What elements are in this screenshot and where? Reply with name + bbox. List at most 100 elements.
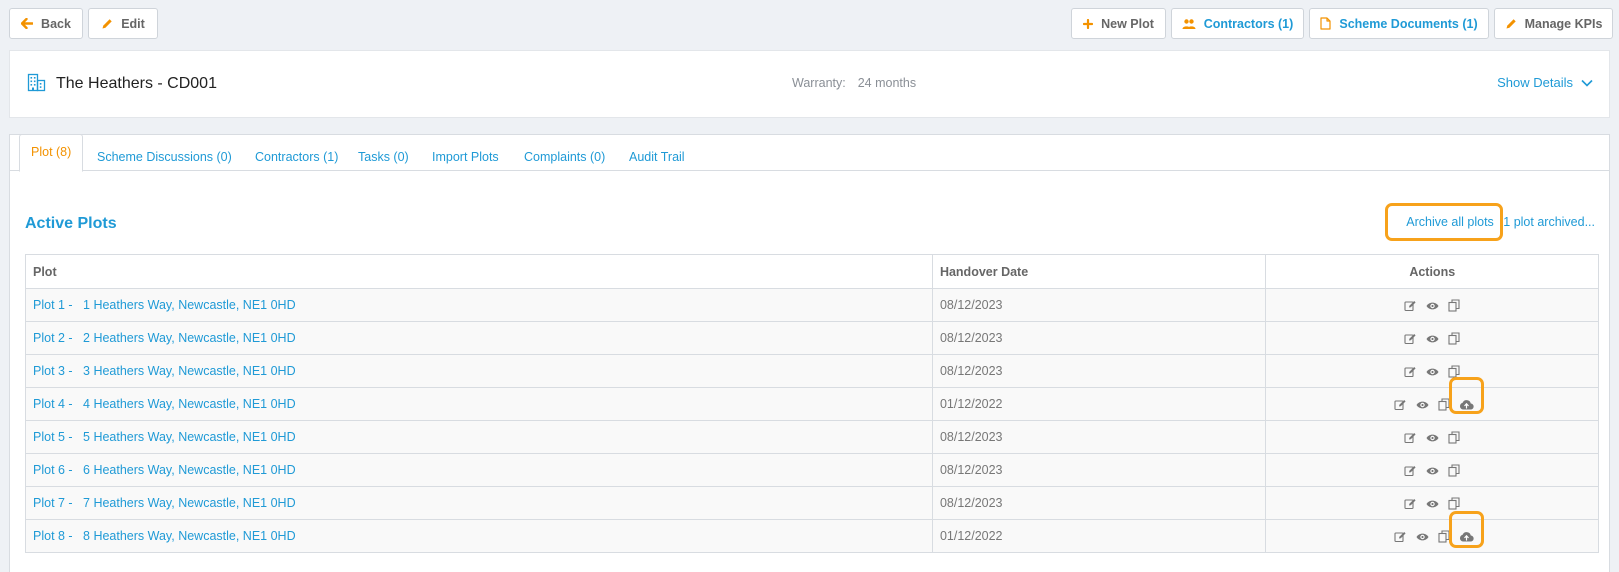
edit-icon[interactable]: [1404, 432, 1417, 444]
eye-icon[interactable]: [1426, 433, 1439, 443]
archive-all-plots-link[interactable]: Archive all plots: [1406, 215, 1494, 229]
tab-tasks[interactable]: Tasks (0): [358, 143, 409, 171]
scheme-header: The Heathers - CD001 Warranty: 24 months …: [9, 50, 1610, 118]
copy-icon[interactable]: [1448, 497, 1460, 510]
column-header-plot[interactable]: Plot: [25, 254, 933, 289]
table-row: Plot 5 - 5 Heathers Way, Newcastle, NE1 …: [25, 420, 1599, 454]
table-row: Plot 7 - 7 Heathers Way, Newcastle, NE1 …: [25, 486, 1599, 520]
row-actions: [1265, 420, 1599, 454]
page-title: The Heathers - CD001: [56, 75, 217, 92]
manage-kpis-label: Manage KPIs: [1524, 16, 1603, 31]
plot-link[interactable]: Plot 8 - 8 Heathers Way, Newcastle, NE1 …: [25, 519, 933, 553]
handover-date: 08/12/2023: [931, 321, 1267, 355]
cloud-upload-icon[interactable]: [1459, 399, 1474, 410]
pencil-icon: [101, 18, 113, 30]
new-plot-button[interactable]: New Plot: [1071, 8, 1166, 39]
copy-icon[interactable]: [1448, 365, 1460, 378]
table-row: Plot 2 - 2 Heathers Way, Newcastle, NE1 …: [25, 321, 1599, 355]
tab-import-plots[interactable]: Import Plots: [432, 143, 499, 171]
eye-icon[interactable]: [1426, 499, 1439, 509]
row-actions: [1265, 519, 1599, 553]
plots-archived-link[interactable]: 1 plot archived...: [1503, 215, 1595, 229]
eye-icon[interactable]: [1426, 334, 1439, 344]
main-panel: Plot (8) Scheme Discussions (0) Contract…: [9, 134, 1610, 572]
tab-audit-trail[interactable]: Audit Trail: [629, 143, 685, 171]
eye-icon[interactable]: [1426, 367, 1439, 377]
edit-icon[interactable]: [1404, 300, 1417, 312]
table-header-row: Plot Handover Date Actions: [25, 254, 1599, 289]
tab-contractors[interactable]: Contractors (1): [255, 143, 338, 171]
copy-icon[interactable]: [1448, 299, 1460, 312]
eye-icon[interactable]: [1416, 532, 1429, 542]
toolbar: Back Edit New Plot Contractors (1) Schem…: [9, 8, 1613, 39]
plot-link[interactable]: Plot 1 - 1 Heathers Way, Newcastle, NE1 …: [25, 288, 933, 322]
pencil-icon: [1505, 18, 1517, 30]
handover-date: 08/12/2023: [931, 486, 1267, 520]
contractors-label: Contractors (1): [1203, 16, 1294, 31]
contractors-button[interactable]: Contractors (1): [1171, 8, 1304, 39]
eye-icon[interactable]: [1426, 301, 1439, 311]
users-icon: [1182, 18, 1196, 30]
show-details-label: Show Details: [1497, 75, 1573, 90]
plot-link[interactable]: Plot 2 - 2 Heathers Way, Newcastle, NE1 …: [25, 321, 933, 355]
back-label: Back: [41, 16, 71, 31]
arrow-left-icon: [21, 18, 34, 29]
copy-icon[interactable]: [1448, 431, 1460, 444]
edit-icon[interactable]: [1404, 366, 1417, 378]
table-row: Plot 1 - 1 Heathers Way, Newcastle, NE1 …: [25, 288, 1599, 322]
row-actions: [1265, 486, 1599, 520]
edit-icon[interactable]: [1394, 399, 1407, 411]
warranty-info: Warranty: 24 months: [792, 76, 916, 90]
handover-date: 08/12/2023: [931, 288, 1267, 322]
edit-icon[interactable]: [1404, 465, 1417, 477]
column-header-actions: Actions: [1265, 254, 1599, 289]
column-header-handover-date[interactable]: Handover Date: [931, 254, 1267, 289]
new-plot-label: New Plot: [1101, 16, 1154, 31]
cloud-upload-icon[interactable]: [1459, 531, 1474, 542]
copy-icon[interactable]: [1448, 332, 1460, 345]
edit-label: Edit: [121, 16, 145, 31]
edit-icon[interactable]: [1394, 531, 1407, 543]
table-row: Plot 3 - 3 Heathers Way, Newcastle, NE1 …: [25, 354, 1599, 388]
handover-date: 08/12/2023: [931, 354, 1267, 388]
scheme-title: The Heathers - CD001: [27, 73, 217, 95]
plus-icon: [1083, 18, 1094, 29]
manage-kpis-button[interactable]: Manage KPIs: [1494, 8, 1613, 39]
row-actions: [1265, 387, 1599, 421]
back-button[interactable]: Back: [9, 8, 83, 39]
edit-icon[interactable]: [1404, 333, 1417, 345]
plot-link[interactable]: Plot 6 - 6 Heathers Way, Newcastle, NE1 …: [25, 453, 933, 487]
plot-link[interactable]: Plot 5 - 5 Heathers Way, Newcastle, NE1 …: [25, 420, 933, 454]
handover-date: 08/12/2023: [931, 453, 1267, 487]
tab-complaints[interactable]: Complaints (0): [524, 143, 605, 171]
table-row: Plot 6 - 6 Heathers Way, Newcastle, NE1 …: [25, 453, 1599, 487]
warranty-value: 24 months: [857, 76, 917, 90]
scheme-documents-label: Scheme Documents (1): [1339, 16, 1478, 31]
row-actions: [1265, 354, 1599, 388]
handover-date: 01/12/2022: [931, 519, 1267, 553]
handover-date: 08/12/2023: [931, 420, 1267, 454]
copy-icon[interactable]: [1438, 530, 1450, 543]
table-row: Plot 8 - 8 Heathers Way, Newcastle, NE1 …: [25, 519, 1599, 553]
plot-link[interactable]: Plot 4 - 4 Heathers Way, Newcastle, NE1 …: [25, 387, 933, 421]
tab-plot[interactable]: Plot (8): [19, 134, 84, 172]
table-row: Plot 4 - 4 Heathers Way, Newcastle, NE1 …: [25, 387, 1599, 421]
edit-button[interactable]: Edit: [88, 8, 158, 39]
copy-icon[interactable]: [1448, 464, 1460, 477]
building-icon: [27, 73, 46, 95]
plots-table: Plot Handover Date Actions Plot 1 - 1 He…: [25, 254, 1599, 553]
tab-scheme-discussions[interactable]: Scheme Discussions (0): [97, 143, 232, 171]
plot-link[interactable]: Plot 3 - 3 Heathers Way, Newcastle, NE1 …: [25, 354, 933, 388]
copy-icon[interactable]: [1438, 398, 1450, 411]
row-actions: [1265, 453, 1599, 487]
eye-icon[interactable]: [1416, 400, 1429, 410]
eye-icon[interactable]: [1426, 466, 1439, 476]
document-icon: [1320, 17, 1331, 30]
scheme-documents-button[interactable]: Scheme Documents (1): [1309, 8, 1489, 39]
edit-icon[interactable]: [1404, 498, 1417, 510]
plot-link[interactable]: Plot 7 - 7 Heathers Way, Newcastle, NE1 …: [25, 486, 933, 520]
row-actions: [1265, 288, 1599, 322]
row-actions: [1265, 321, 1599, 355]
show-details-toggle[interactable]: Show Details: [1497, 75, 1593, 90]
section-title: Active Plots: [25, 215, 117, 232]
